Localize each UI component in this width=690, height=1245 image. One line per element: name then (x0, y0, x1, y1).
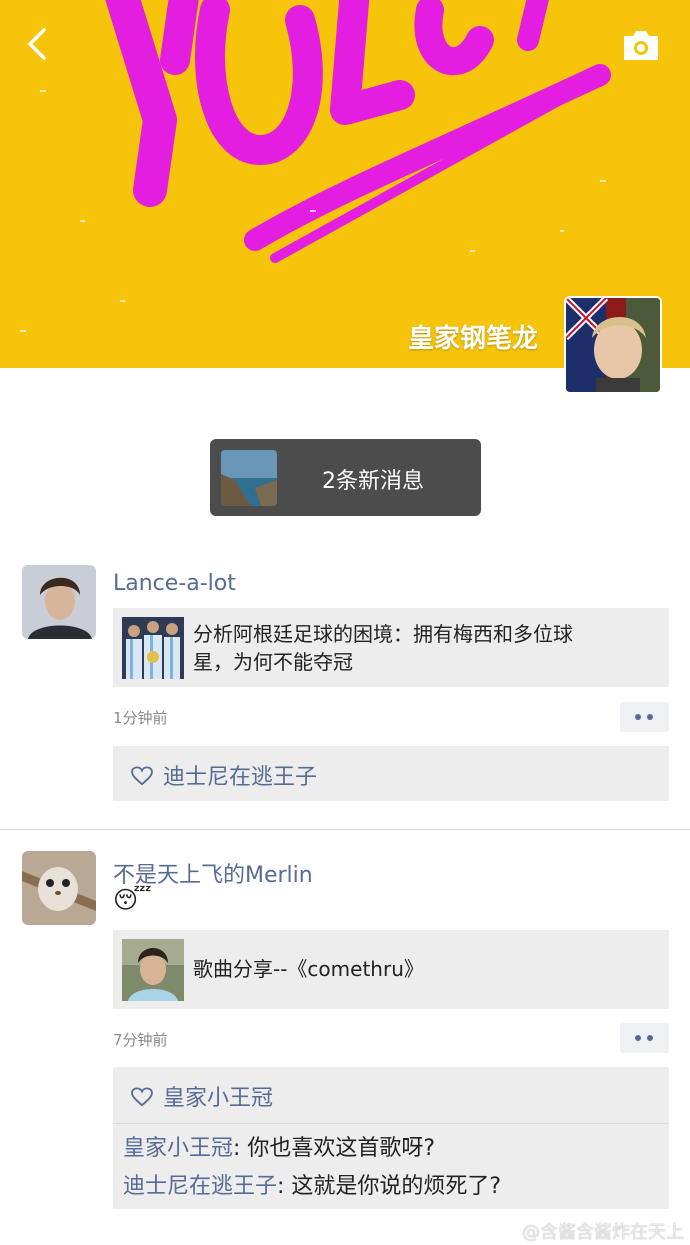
comment-item[interactable]: 皇家小王冠: 你也喜欢这首歌呀? (123, 1130, 435, 1162)
liker-name[interactable]: 迪士尼在逃王子 (163, 765, 317, 790)
sleeping-face-icon: 😴 (113, 886, 152, 914)
new-message-thumbnail (221, 450, 277, 506)
comment-text: : 这就是你说的烦死了? (277, 1174, 502, 1199)
watermark: @含酱含酱炸在天上 (522, 1222, 684, 1243)
post-author[interactable]: 不是天上飞的Merlin (113, 857, 313, 889)
dot-icon (635, 1035, 641, 1041)
link-title-line-2: 星，为何不能夺冠 (193, 650, 353, 674)
dot-icon (635, 714, 641, 720)
heart-icon (131, 1087, 153, 1107)
post-time: 1分钟前 (113, 709, 168, 727)
link-thumbnail (122, 939, 184, 1001)
comment-action-button[interactable] (620, 1023, 669, 1053)
post-divider (0, 829, 690, 830)
shared-link-card[interactable]: 歌曲分享--《comethru》 (113, 930, 669, 1009)
new-messages-label: 2条新消息 (322, 469, 424, 494)
camera-button[interactable] (620, 26, 662, 66)
likes-row: 迪士尼在逃王子 (131, 759, 317, 791)
new-messages-button[interactable]: 2条新消息 (210, 439, 481, 516)
camera-icon (624, 31, 658, 60)
heart-icon (131, 766, 153, 786)
likes-row: 皇家小王冠 (131, 1080, 273, 1112)
shared-link-card[interactable]: 分析阿根廷足球的困境：拥有梅西和多位球 星，为何不能夺冠 (113, 608, 669, 687)
comment-author[interactable]: 皇家小王冠 (123, 1136, 233, 1161)
comment-action-button[interactable] (620, 702, 669, 732)
back-button[interactable] (18, 22, 58, 66)
avatar-image (566, 298, 660, 392)
dot-icon (647, 1035, 653, 1041)
owner-avatar[interactable] (564, 296, 662, 394)
likes-comments-box: 皇家小王冠 皇家小王冠: 你也喜欢这首歌呀? 迪士尼在逃王子: 这就是你说的烦死… (113, 1067, 669, 1209)
post-avatar[interactable] (22, 851, 96, 925)
comment-item[interactable]: 迪士尼在逃王子: 这就是你说的烦死了? (123, 1168, 501, 1200)
link-title-line-1: 分析阿根廷足球的困境：拥有梅西和多位球 (193, 622, 573, 646)
owner-name[interactable]: 皇家钢笔龙 (408, 318, 538, 355)
likes-comments-box: 迪士尼在逃王子 (113, 746, 669, 801)
comment-author[interactable]: 迪士尼在逃王子 (123, 1174, 277, 1199)
post-time: 7分钟前 (113, 1031, 168, 1049)
liker-name[interactable]: 皇家小王冠 (163, 1086, 273, 1111)
link-thumbnail (122, 617, 184, 679)
likes-comments-divider (113, 1123, 669, 1124)
post-author[interactable]: Lance-a-lot (113, 571, 236, 596)
dot-icon (647, 714, 653, 720)
link-title: 歌曲分享--《comethru》 (193, 957, 424, 981)
post-avatar[interactable] (22, 565, 96, 639)
comment-text: : 你也喜欢这首歌呀? (233, 1136, 436, 1161)
chevron-left-icon (28, 28, 46, 60)
